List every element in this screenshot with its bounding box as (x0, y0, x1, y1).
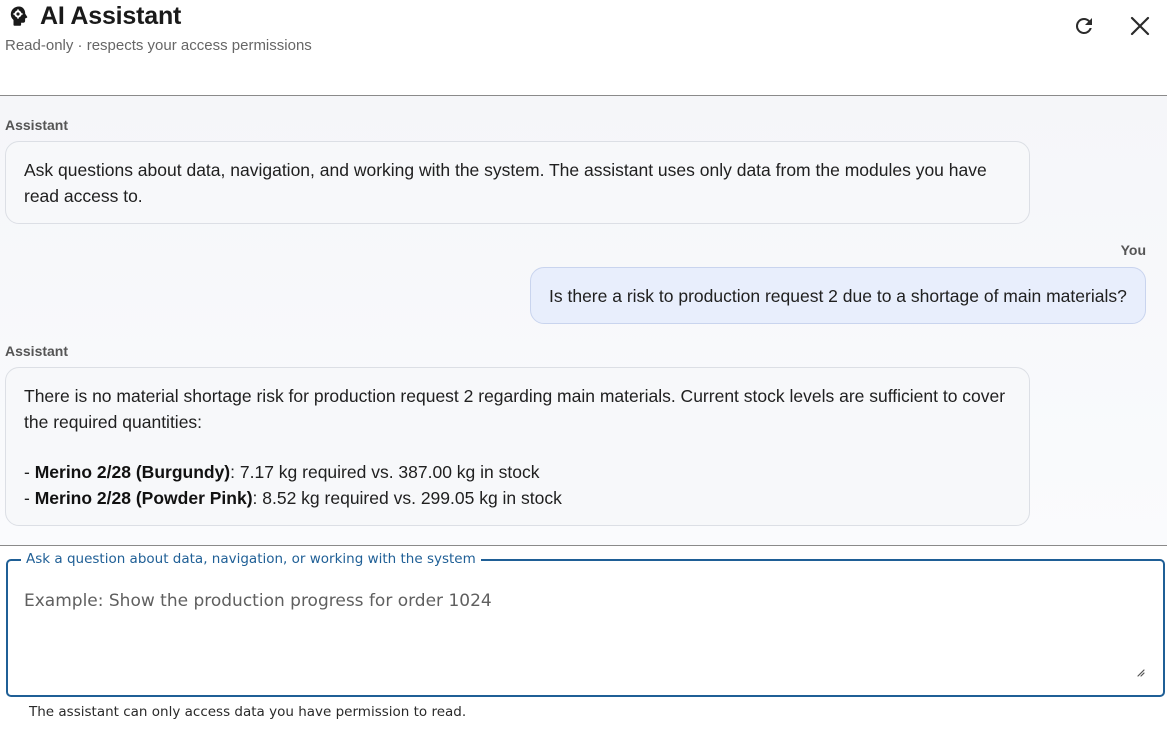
material-name: Merino 2/28 (Burgundy) (34, 462, 231, 482)
panel-title: AI Assistant (40, 2, 182, 30)
material-detail: : 7.17 kg required vs. 387.00 kg in stoc… (230, 462, 540, 482)
assistant-message: There is no material shortage risk for p… (5, 367, 1030, 526)
refresh-button[interactable] (1068, 10, 1100, 42)
material-list-item: - Merino 2/28 (Powder Pink): 8.52 kg req… (24, 485, 1011, 511)
assistant-role-label: Assistant (5, 343, 69, 359)
helper-text: The assistant can only access data you h… (29, 704, 467, 720)
material-name: Merino 2/28 (Powder Pink) (34, 488, 253, 508)
chat-history[interactable]: Assistant Ask questions about data, navi… (0, 96, 1167, 546)
user-message: Is there a risk to production request 2 … (530, 267, 1146, 324)
refresh-icon (1075, 17, 1092, 34)
panel-header: AI Assistant Read-only · respects your a… (0, 0, 1167, 96)
material-detail: : 8.52 kg required vs. 299.05 kg in stoc… (252, 488, 562, 508)
title-row: AI Assistant (8, 2, 181, 31)
question-input-label: Ask a question about data, navigation, o… (21, 551, 481, 567)
question-input-box: Ask a question about data, navigation, o… (6, 551, 1165, 697)
panel-subtitle: Read-only · respects your access permiss… (5, 37, 312, 54)
assistant-message: Ask questions about data, navigation, an… (5, 141, 1030, 224)
user-role-label: You (1120, 242, 1146, 258)
question-input[interactable] (24, 591, 1134, 671)
message-text: Is there a risk to production request 2 … (549, 286, 1127, 306)
close-button[interactable] (1124, 10, 1156, 42)
brain-head-icon (8, 5, 30, 29)
resize-handle-icon[interactable] (1135, 667, 1145, 677)
ai-assistant-panel: AI Assistant Read-only · respects your a… (0, 0, 1167, 734)
list-bullet: - (24, 488, 35, 508)
list-bullet: - (24, 462, 35, 482)
material-list-item: - Merino 2/28 (Burgundy): 7.17 kg requir… (24, 459, 1011, 485)
message-text: There is no material shortage risk for p… (24, 386, 1006, 432)
assistant-role-label: Assistant (5, 117, 69, 133)
message-text: Ask questions about data, navigation, an… (24, 160, 987, 206)
close-icon (1130, 16, 1150, 36)
